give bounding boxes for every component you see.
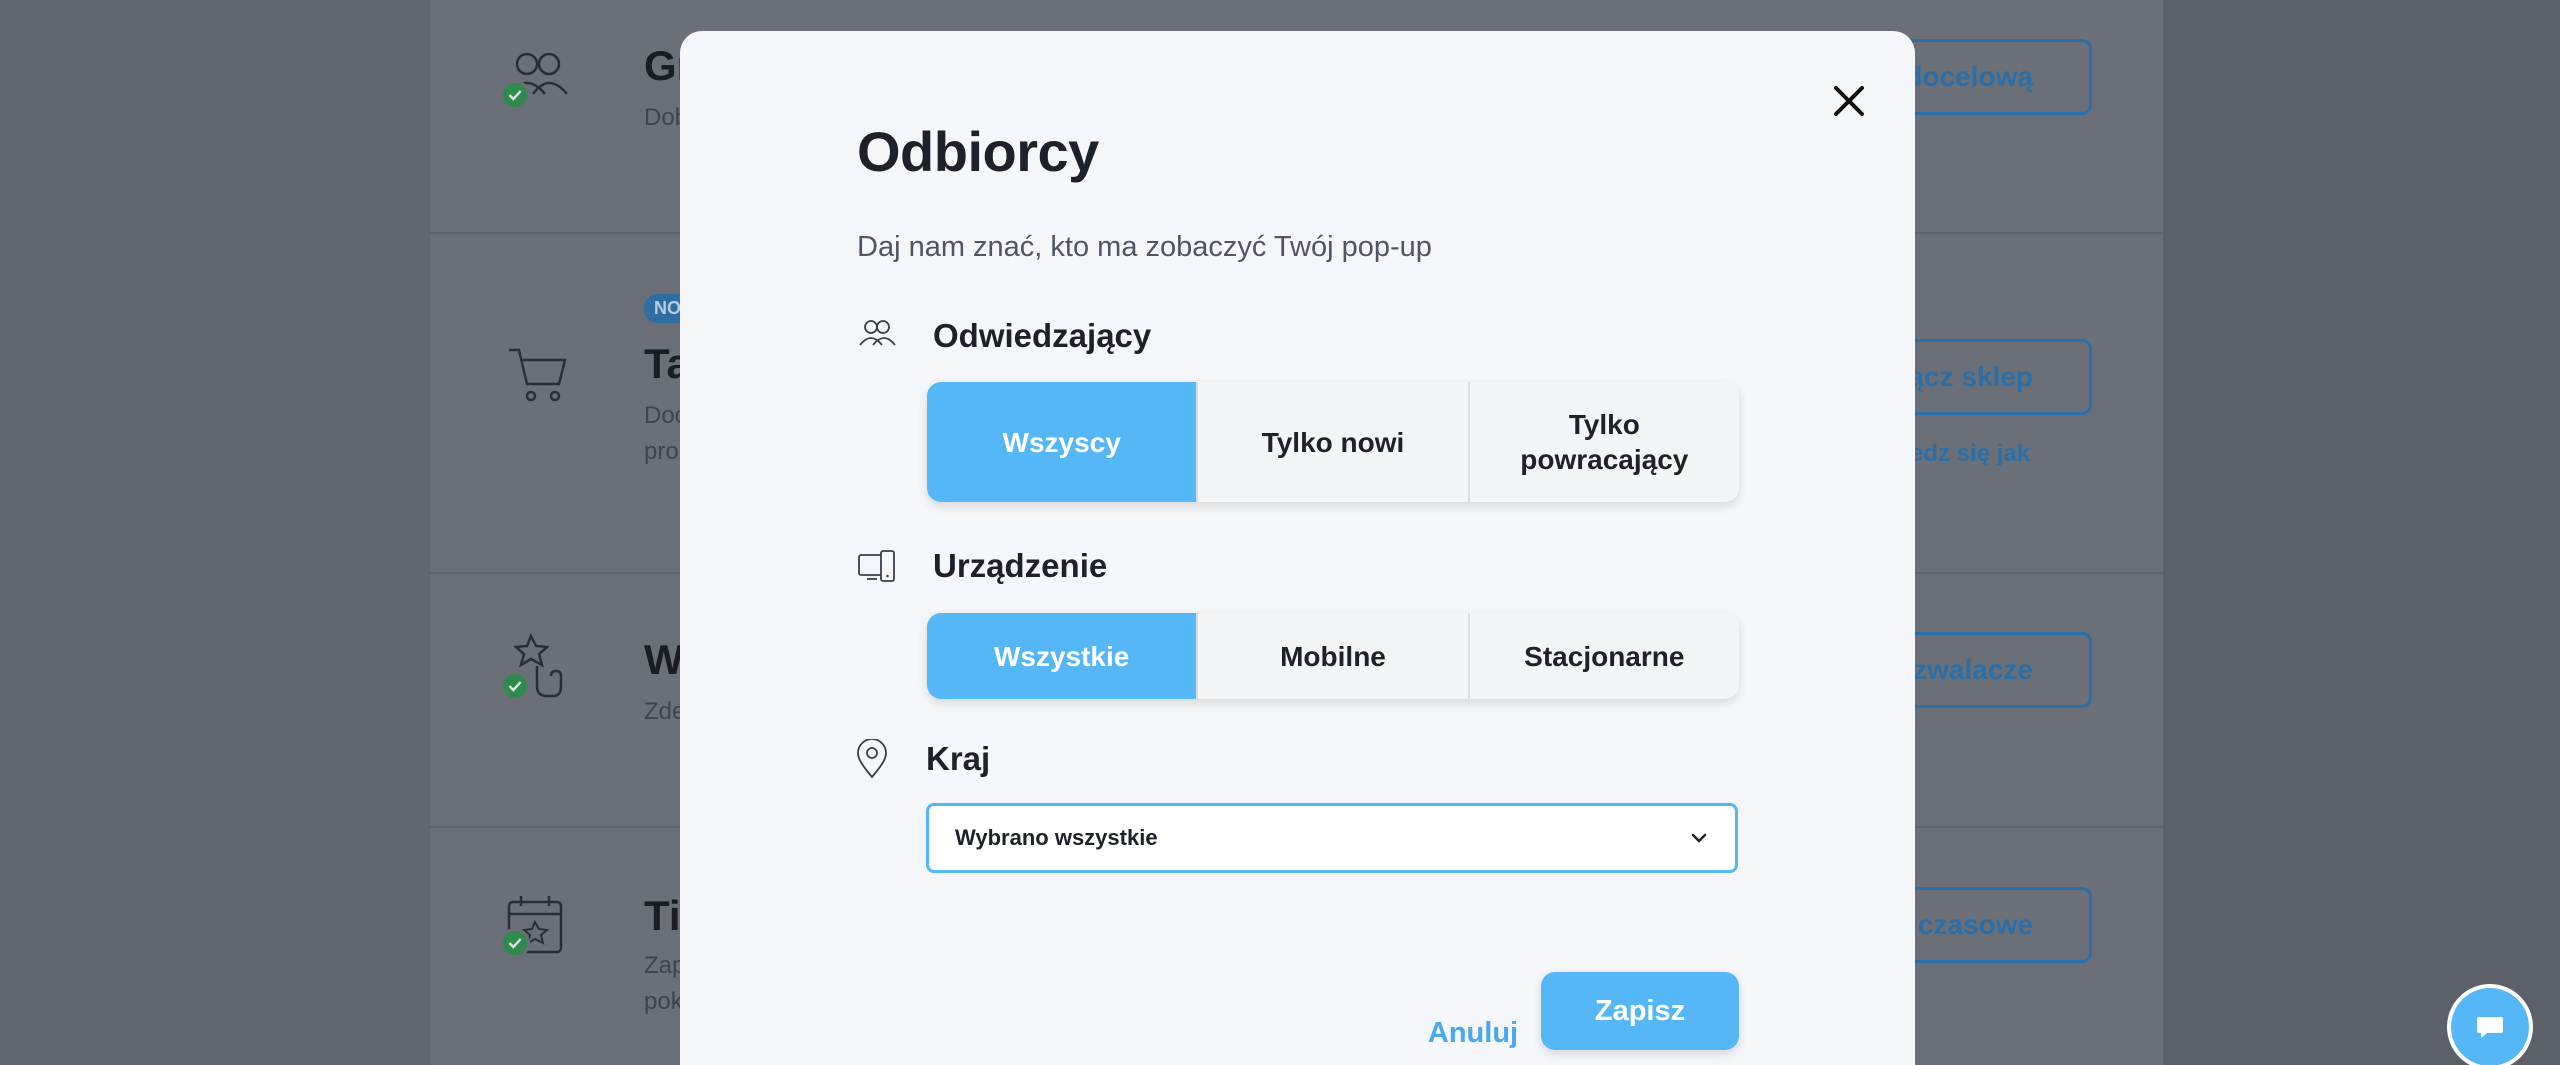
device-option-mobile[interactable]: Mobilne	[1198, 613, 1470, 699]
modal-title: Odbiorcy	[857, 120, 1099, 183]
device-option-desktop[interactable]: Stacjonarne	[1470, 613, 1739, 699]
users-icon	[859, 320, 896, 346]
country-label: Kraj	[926, 740, 991, 777]
device-segmented-control: Wszystkie Mobilne Stacjonarne	[927, 613, 1739, 699]
check-icon	[500, 671, 530, 701]
save-button[interactable]: Zapisz	[1541, 972, 1739, 1050]
page-right-gutter	[2163, 0, 2560, 1065]
check-icon	[500, 928, 530, 958]
visitors-option-returning[interactable]: Tylko powracający	[1470, 382, 1739, 502]
close-icon	[1834, 86, 1864, 116]
modal-subtitle: Daj nam znać, kto ma zobaczyć Twój pop-u…	[857, 231, 1432, 263]
row-title: Ti	[644, 892, 681, 939]
country-select-value: Wybrano wszystkie	[955, 825, 1158, 850]
audience-modal: Odbiorcy Daj nam znać, kto ma zobaczyć T…	[680, 31, 1915, 1065]
learn-how-link[interactable]: edz się jak	[1910, 440, 2030, 468]
visitors-label: Odwiedzający	[933, 317, 1152, 354]
chevron-down-icon	[1691, 833, 1707, 843]
device-label: Urządzenie	[933, 547, 1108, 584]
check-icon	[500, 80, 530, 110]
country-select[interactable]: Wybrano wszystkie	[926, 803, 1738, 873]
visitors-option-all[interactable]: Wszyscy	[927, 382, 1199, 502]
chat-icon	[2477, 1017, 2503, 1038]
cancel-button[interactable]: Anuluj	[1398, 995, 1548, 1065]
page-left-gutter	[0, 0, 430, 1065]
device-option-all[interactable]: Wszystkie	[927, 613, 1199, 699]
visitors-segmented-control: Wszyscy Tylko nowi Tylko powracający	[927, 382, 1739, 502]
devices-icon	[858, 550, 895, 582]
cart-icon	[509, 348, 567, 402]
row-description: pok	[644, 988, 683, 1015]
row-description: pro	[644, 438, 679, 465]
location-pin-icon	[857, 739, 887, 779]
chat-launcher-button[interactable]	[2447, 984, 2533, 1065]
visitors-option-new[interactable]: Tylko nowi	[1198, 382, 1470, 502]
close-button[interactable]	[1823, 75, 1875, 127]
row-title: W	[644, 636, 684, 683]
